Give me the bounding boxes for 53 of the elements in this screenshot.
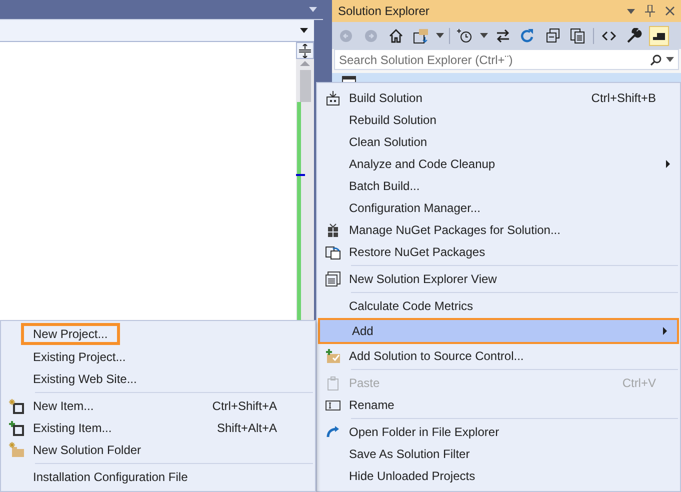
shortcut-text: Shift+Alt+A xyxy=(216,421,277,435)
menu-item[interactable]: Existing Item... xyxy=(21,417,124,439)
gift-icon xyxy=(325,222,341,238)
menu-item[interactable]: New Solution Explorer View xyxy=(317,268,680,290)
menu-item[interactable]: Existing Web Site... xyxy=(21,368,149,390)
caret-down-icon xyxy=(436,33,444,38)
caret-marker xyxy=(296,174,305,176)
menu-item[interactable]: New Solution Folder xyxy=(21,439,154,461)
menu-item[interactable]: Restore NuGet Packages xyxy=(317,241,680,263)
package-refresh-icon xyxy=(325,244,341,260)
panel-title: Solution Explorer xyxy=(338,4,430,18)
menu-item[interactable]: Installation Configuration File xyxy=(21,466,200,488)
close-icon xyxy=(665,6,675,16)
clipboard-icon xyxy=(325,375,341,391)
curved-arrow-icon xyxy=(325,424,341,440)
menu-item[interactable]: Manage NuGet Packages for Solution... xyxy=(317,219,680,241)
menu-item[interactable]: Analyze and Code Cleanup xyxy=(317,153,680,175)
menu-item[interactable]: Save As Solution Filter xyxy=(317,443,680,465)
menu-item[interactable]: Configuration Manager... xyxy=(317,197,680,219)
scroll-thumb[interactable] xyxy=(300,70,310,102)
caret-down-icon xyxy=(666,57,674,62)
search-box[interactable]: Search Solution Explorer (Ctrl+¨) xyxy=(334,49,679,70)
menu-item[interactable]: Rebuild Solution xyxy=(317,109,680,131)
split-icon[interactable] xyxy=(296,42,314,59)
folder-icon xyxy=(9,442,25,458)
menu-item[interactable]: Clean Solution xyxy=(317,131,680,153)
menu-item[interactable]: Hide Unloaded Projects xyxy=(317,465,680,487)
menu-item[interactable]: Open Folder in File Explorer xyxy=(317,421,680,443)
plus-square-icon xyxy=(9,420,25,436)
dropdown-caret-icon xyxy=(309,7,317,12)
caret-down-icon xyxy=(300,28,308,33)
menu-item[interactable]: New Item... xyxy=(21,395,106,417)
folder-plus-icon xyxy=(325,348,341,364)
search-icon xyxy=(650,54,662,66)
menu-item[interactable]: Add Solution to Source Control... xyxy=(317,345,680,367)
menu-item[interactable]: Add xyxy=(318,318,679,344)
menu-item[interactable]: Rename xyxy=(317,394,680,416)
pin-icon xyxy=(645,5,655,17)
shortcut-text: Ctrl+V xyxy=(622,376,656,390)
caret-down-icon xyxy=(480,33,488,38)
search-field[interactable]: Search Solution Explorer (Ctrl+¨) xyxy=(339,52,650,66)
menu-item[interactable]: Batch Build... xyxy=(317,175,680,197)
menu-item[interactable]: Existing Project... xyxy=(21,346,138,368)
menu-item[interactable]: Build Solution Ctrl+Shift+B xyxy=(317,87,680,109)
new-file-icon xyxy=(9,398,25,414)
shortcut-text: Ctrl+Shift+A xyxy=(212,399,277,413)
menu-item[interactable]: New Project... xyxy=(21,323,120,345)
preview-toggle-icon[interactable] xyxy=(649,26,669,46)
window-list-icon xyxy=(325,271,341,287)
shortcut-text: Ctrl+Shift+B xyxy=(591,91,656,105)
tray-arrow-icon xyxy=(325,90,341,106)
dropdown-caret-icon xyxy=(627,8,635,14)
menu-item[interactable]: Calculate Code Metrics xyxy=(317,295,680,317)
